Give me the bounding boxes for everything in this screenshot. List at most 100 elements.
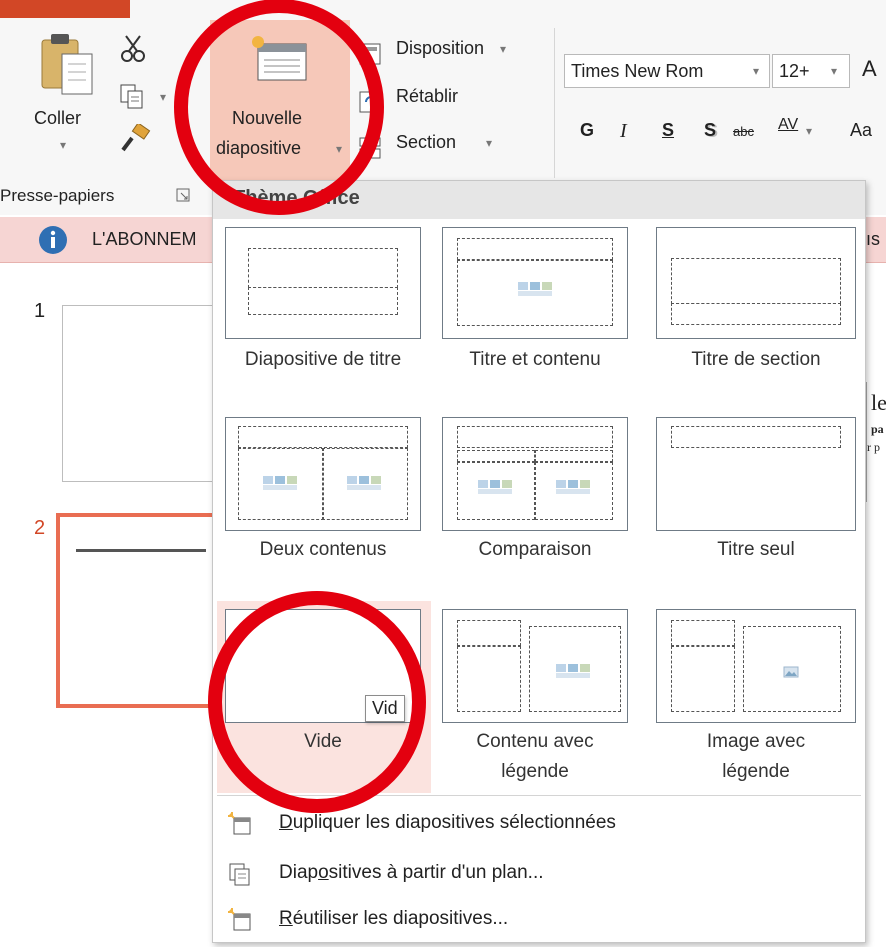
slide-canvas-edge: le pa r p: [866, 382, 886, 502]
chevron-down-icon: ▾: [486, 136, 493, 150]
layout-label: Comparaison: [478, 539, 592, 560]
slide-text: pa: [871, 422, 884, 436]
new-slide-dropdown: Thème Office Diapositive de titre Titre …: [212, 180, 866, 943]
layout-label: Image avec: [706, 731, 806, 752]
layout-label: Titre et contenu: [469, 349, 601, 370]
new-slide-button[interactable]: Nouvelle diapositive ▾: [210, 20, 350, 180]
layout-title-slide[interactable]: Diapositive de titre: [223, 225, 423, 385]
layout-title-content[interactable]: Titre et contenu: [440, 225, 640, 385]
layout-thumbnail: [225, 417, 421, 531]
paste-label: Coller: [34, 108, 82, 128]
dialog-launcher-icon[interactable]: [176, 188, 190, 202]
content-placeholder-icon: [556, 664, 590, 678]
layout-thumbnail: [442, 227, 628, 339]
slide-number: 1: [34, 300, 46, 322]
slide-text: le: [871, 390, 886, 415]
layout-label: Titre de section: [691, 349, 821, 370]
placeholder-box: [248, 248, 398, 288]
clipboard-group-label: Presse-papiers: [0, 186, 115, 205]
font-name-value: Times New Rom: [571, 61, 704, 81]
placeholder-box: [535, 450, 613, 462]
layout-label: Vide: [304, 731, 342, 752]
character-spacing-button[interactable]: AV: [778, 116, 798, 134]
duplicate-slides-icon: [228, 812, 251, 835]
layout-label: Diapositive de titre: [244, 349, 402, 370]
underline-button[interactable]: S: [662, 120, 674, 141]
scissors-icon[interactable]: [118, 34, 148, 64]
slides-from-outline-item[interactable]: Diapositives à partir d'un plan...: [217, 855, 861, 893]
new-slide-label-line2: diapositive: [216, 138, 302, 158]
grow-font-button[interactable]: A: [862, 56, 877, 82]
chevron-down-icon[interactable]: ▾: [160, 90, 166, 104]
section-label: Section: [396, 132, 457, 152]
layout-label: Disposition: [396, 38, 485, 58]
layout-thumbnail: [656, 609, 856, 723]
slide-number: 2: [34, 517, 46, 539]
content-placeholder-icon: [263, 476, 297, 490]
reuse-slides-item[interactable]: Réutiliser les diapositives...: [217, 901, 861, 939]
layout-section-header[interactable]: Titre de section: [656, 225, 856, 385]
placeholder-box: [457, 450, 535, 462]
placeholder-box: [238, 426, 408, 448]
layout-content-caption[interactable]: Contenu avec légende: [440, 607, 640, 787]
italic-button[interactable]: I: [620, 120, 627, 143]
layout-tooltip: Vid: [365, 695, 405, 722]
shadow-button[interactable]: S: [704, 120, 716, 141]
chevron-down-icon: ▾: [753, 64, 760, 78]
active-tab-indicator: [0, 0, 130, 18]
font-size-box[interactable]: 12+ ▾: [772, 54, 850, 88]
font-name-box[interactable]: Times New Rom ▾: [564, 54, 770, 88]
placeholder-box: [457, 646, 521, 712]
duplicate-slides-item[interactable]: Dupliquer les diapositives sélectionnées: [217, 805, 861, 843]
content-placeholder-icon: [478, 480, 512, 494]
content-placeholder-icon: [518, 282, 552, 296]
notification-right-text: ıs: [866, 229, 881, 249]
new-slide-icon: [252, 36, 307, 81]
chevron-down-icon[interactable]: ▾: [806, 124, 812, 138]
placeholder-box: [671, 646, 735, 712]
menu-item-label: Diapositives à partir d'un plan...: [279, 862, 544, 883]
menu-item-label: Réutiliser les diapositives...: [279, 908, 509, 929]
new-slide-label-line1: Nouvelle: [232, 108, 303, 128]
copy-icon[interactable]: [118, 82, 148, 110]
menu-separator: [217, 795, 861, 796]
layout-thumbnail: [656, 417, 856, 531]
layout-icon: [359, 43, 381, 65]
layout-thumbnail: [225, 227, 421, 339]
layout-label: légende: [722, 761, 790, 782]
paste-button[interactable]: Coller ▾: [30, 30, 110, 165]
picture-placeholder-icon: [783, 666, 799, 678]
content-placeholder-icon: [347, 476, 381, 490]
layout-comparison[interactable]: Comparaison: [440, 415, 640, 585]
placeholder-box: [671, 303, 841, 325]
bold-button[interactable]: G: [580, 120, 594, 141]
layout-thumbnail: [442, 609, 628, 723]
reuse-slides-icon: [228, 908, 251, 931]
layout-label: Contenu avec: [476, 731, 594, 752]
group-separator: [554, 28, 555, 178]
placeholder-box: [671, 426, 841, 448]
layout-picture-caption[interactable]: Image avec légende: [656, 607, 856, 787]
menu-header: Thème Office: [213, 181, 865, 219]
placeholder-box: [457, 238, 613, 260]
chevron-down-icon: ▾: [831, 64, 838, 78]
change-case-button[interactable]: Aa: [850, 120, 872, 141]
reset-label: Rétablir: [396, 86, 459, 106]
placeholder-box: [457, 426, 613, 448]
placeholder-box: [671, 258, 841, 304]
format-painter-icon[interactable]: [118, 124, 152, 154]
placeholder-box: [671, 620, 735, 646]
layout-two-content[interactable]: Deux contenus: [223, 415, 423, 585]
placeholder-box: [248, 287, 398, 315]
layout-title-only[interactable]: Titre seul: [656, 415, 856, 585]
reset-icon: [359, 91, 381, 113]
layout-label: Deux contenus: [259, 539, 387, 560]
layout-label: légende: [501, 761, 569, 782]
strikethrough-button[interactable]: abc: [733, 124, 754, 139]
menu-item-label: Dupliquer les diapositives sélectionnées: [279, 812, 616, 833]
info-icon: [39, 226, 67, 254]
layout-thumbnail: [656, 227, 856, 339]
placeholder-box: [457, 620, 521, 646]
chevron-down-icon: ▾: [60, 138, 67, 152]
outline-slides-icon: [229, 863, 250, 886]
